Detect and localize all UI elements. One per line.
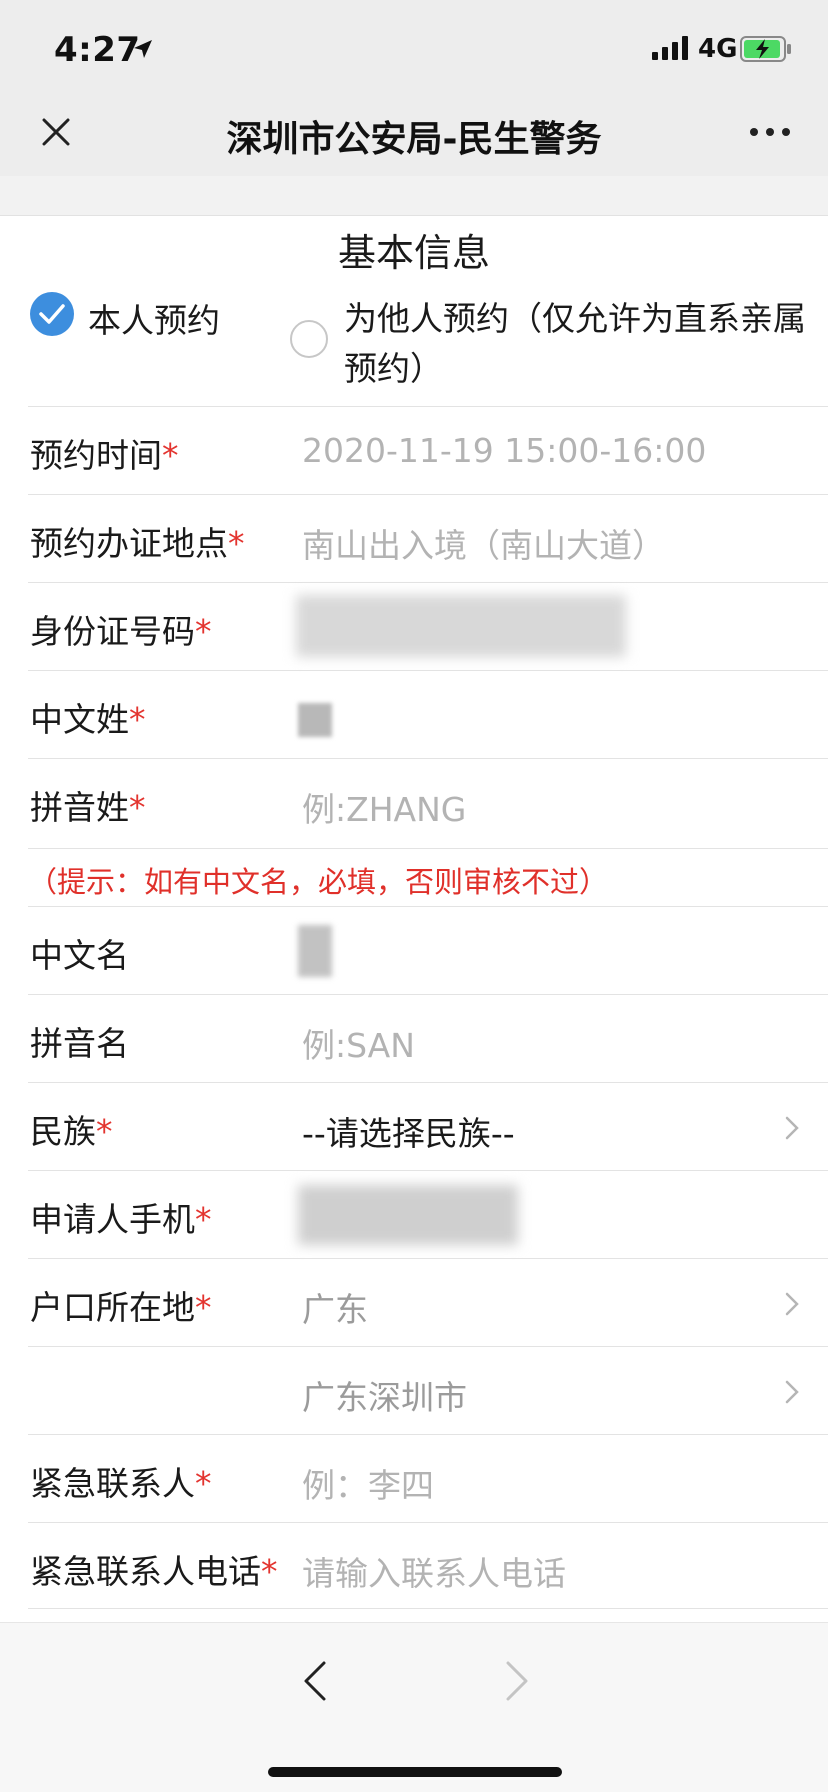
emergency-contact-input[interactable]: 例：李四: [302, 1459, 434, 1507]
hukou-city-select[interactable]: 广东深圳市: [302, 1371, 467, 1419]
ethnicity-select[interactable]: --请选择民族--: [302, 1107, 515, 1155]
field-label: 紧急联系人电话*: [30, 1552, 278, 1591]
redacted-phone[interactable]: [298, 1185, 518, 1245]
field-label: 户口所在地*: [30, 1288, 212, 1327]
hint-row: （提示：如有中文名，必填，否则审核不过）: [28, 848, 828, 906]
nav-bar: 深圳市公安局-民生警务: [0, 92, 828, 176]
radio-other-unchecked[interactable]: [290, 320, 328, 358]
redacted-chinese-given-name[interactable]: [298, 925, 332, 977]
field-label: 拼音名: [30, 1024, 129, 1063]
status-bar: 4:27 4G: [0, 0, 828, 92]
chevron-right-icon: [785, 1292, 799, 1316]
row-chinese-given-name[interactable]: 中文名: [28, 906, 828, 994]
home-indicator: [268, 1767, 562, 1777]
row-appointment-time[interactable]: 预约时间* 2020-11-19 15:00-16:00: [28, 406, 828, 494]
field-label: 预约办证地点*: [30, 524, 245, 563]
page-title: 深圳市公安局-民生警务: [226, 119, 602, 160]
divider: [28, 1608, 828, 1609]
row-applicant-phone[interactable]: 申请人手机*: [28, 1170, 828, 1258]
emergency-phone-input[interactable]: 请输入联系人电话: [302, 1547, 566, 1595]
section-divider: [0, 176, 828, 216]
field-label: 民族*: [30, 1112, 113, 1151]
field-label: 拼音姓*: [30, 788, 146, 827]
row-hukou-province[interactable]: 户口所在地* 广东: [28, 1258, 828, 1346]
appointment-time-value: 2020-11-19 15:00-16:00: [302, 431, 707, 470]
location-value: 南山出入境（南山大道）: [302, 526, 665, 565]
field-label: 申请人手机*: [30, 1200, 212, 1239]
signal-icon: [652, 36, 688, 60]
pinyin-given-name-input[interactable]: 例:SAN: [302, 1019, 415, 1067]
more-icon[interactable]: [748, 120, 792, 144]
radio-self-label[interactable]: 本人预约: [88, 294, 220, 342]
section-title: 基本信息: [337, 231, 490, 275]
field-label: 预约时间*: [30, 436, 179, 475]
row-ethnicity[interactable]: 民族* --请选择民族--: [28, 1082, 828, 1170]
field-label: 中文名: [30, 936, 129, 975]
chevron-right-icon: [785, 1380, 799, 1404]
pinyin-surname-input[interactable]: 例:ZHANG: [302, 783, 466, 831]
back-arrow-icon[interactable]: [298, 1659, 332, 1703]
row-pinyin-surname[interactable]: 拼音姓* 例:ZHANG: [28, 758, 828, 846]
chevron-right-icon: [785, 1116, 799, 1140]
location-arrow-icon: [134, 40, 152, 58]
redacted-id-number[interactable]: [296, 595, 626, 657]
bottom-toolbar: [0, 1622, 828, 1792]
redacted-chinese-surname[interactable]: [298, 703, 332, 737]
radio-self-checked[interactable]: [30, 292, 74, 336]
row-emergency-phone[interactable]: 紧急联系人电话* 请输入联系人电话: [28, 1522, 828, 1610]
forward-arrow-icon[interactable]: [500, 1659, 534, 1703]
row-hukou-city[interactable]: 广东深圳市: [28, 1346, 828, 1434]
row-id-number[interactable]: 身份证号码*: [28, 582, 828, 670]
radio-other-label[interactable]: 为他人预约（仅允许为直系亲属预约）: [344, 294, 814, 394]
field-label: 紧急联系人*: [30, 1464, 212, 1503]
field-label: 身份证号码*: [30, 612, 212, 651]
field-label: 中文姓*: [30, 700, 146, 739]
row-location[interactable]: 预约办证地点* 南山出入境（南山大道）: [28, 494, 828, 582]
check-icon: [39, 304, 65, 324]
row-emergency-contact[interactable]: 紧急联系人* 例：李四: [28, 1434, 828, 1522]
row-chinese-surname[interactable]: 中文姓*: [28, 670, 828, 758]
hukou-province-select[interactable]: 广东: [302, 1283, 368, 1331]
network-label: 4G: [698, 34, 738, 64]
battery-charging-icon: [740, 36, 791, 62]
hint-text: （提示：如有中文名，必填，否则审核不过）: [28, 865, 609, 899]
row-pinyin-given-name[interactable]: 拼音名 例:SAN: [28, 994, 828, 1082]
status-time: 4:27: [54, 30, 141, 70]
